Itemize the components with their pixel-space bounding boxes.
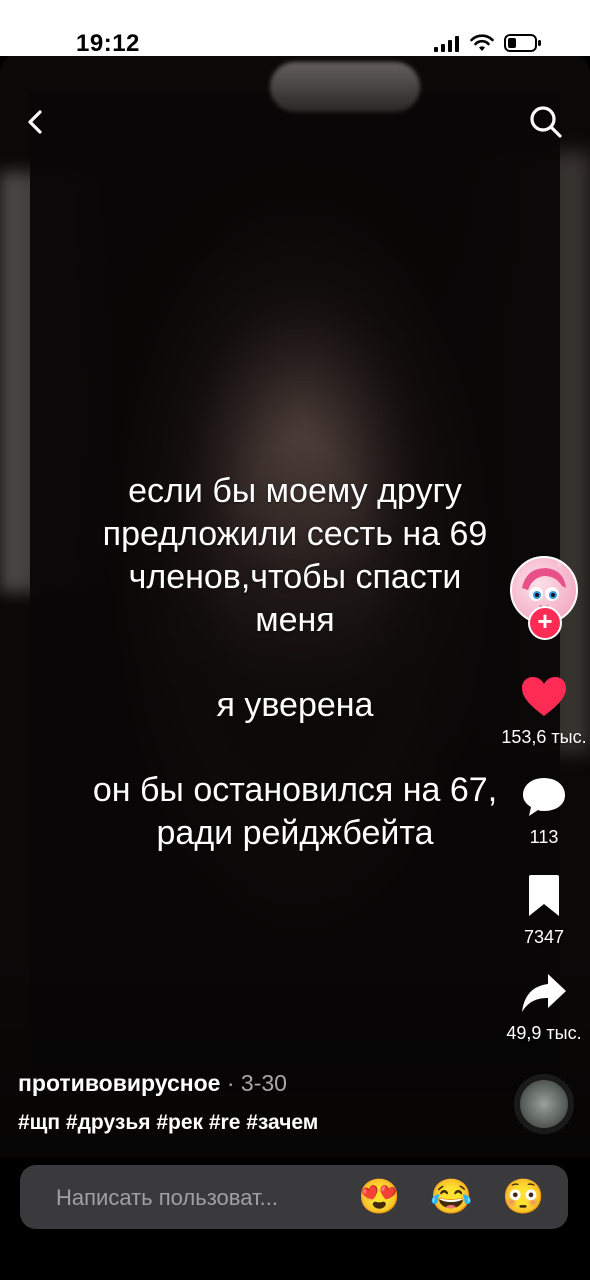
like-count: 153,6 тыс.: [501, 727, 587, 747]
comment-count: 113: [529, 827, 559, 847]
signal-icon: [434, 36, 459, 52]
battery-icon: [504, 34, 541, 52]
share-count: 49,9 тыс.: [506, 1023, 582, 1043]
caption-line: предложили сесть на 69: [102, 515, 488, 553]
emoji-tears-of-joy-button[interactable]: 😂: [430, 1177, 472, 1217]
search-icon: [530, 106, 562, 138]
author-line: противовирусное · 3-30: [18, 1070, 498, 1097]
share-arrow-icon: [522, 974, 566, 1012]
screen: 19:12 если бы моему другу предложили сес…: [0, 0, 590, 1280]
save-button[interactable]: 7347: [494, 874, 590, 948]
back-button[interactable]: [18, 104, 54, 140]
heart-icon: [522, 677, 566, 716]
comment-input[interactable]: Написать пользоват... 😍 😂 😳: [20, 1165, 568, 1229]
status-bar: 19:12: [0, 0, 590, 57]
emoji-heart-eyes-button[interactable]: 😍: [358, 1177, 400, 1217]
video-caption: если бы моему другу предложили сесть на …: [40, 470, 550, 855]
emoji-flushed-button[interactable]: 😳: [502, 1177, 544, 1217]
hashtags[interactable]: #щп #друзья #рек #re #зачем: [18, 1111, 498, 1135]
caption-line: если бы моему другу: [128, 472, 462, 510]
caption-line: он бы остановился на 67,: [92, 771, 498, 809]
caption-line: я уверена: [216, 686, 374, 724]
share-button[interactable]: 49,9 тыс.: [494, 972, 590, 1044]
comment-bubble-icon: [523, 778, 565, 816]
author-avatar-group: +: [510, 556, 578, 640]
bookmark-icon: [529, 875, 559, 916]
follow-button[interactable]: +: [528, 606, 562, 640]
chevron-left-icon: [28, 110, 42, 134]
like-button[interactable]: 153,6 тыс.: [494, 676, 590, 748]
status-icons: [434, 34, 542, 52]
caption-line: ради рейджбейта: [156, 814, 434, 852]
save-count: 7347: [523, 927, 565, 947]
caption-line: членов,чтобы спасти: [128, 558, 462, 596]
post-info: противовирусное · 3-30 #щп #друзья #рек …: [18, 1070, 498, 1135]
wifi-icon: [470, 34, 494, 51]
comment-area: Написать пользоват... 😍 😂 😳: [0, 1158, 590, 1280]
status-time: 19:12: [76, 30, 140, 57]
post-date: · 3-30: [226, 1070, 287, 1096]
caption-line: меня: [255, 601, 335, 639]
author-name[interactable]: противовирусное: [18, 1070, 220, 1096]
search-button[interactable]: [528, 104, 564, 140]
comment-button[interactable]: 113: [494, 776, 590, 848]
music-disc[interactable]: [514, 1074, 574, 1134]
comment-placeholder: Написать пользоват...: [56, 1185, 278, 1210]
